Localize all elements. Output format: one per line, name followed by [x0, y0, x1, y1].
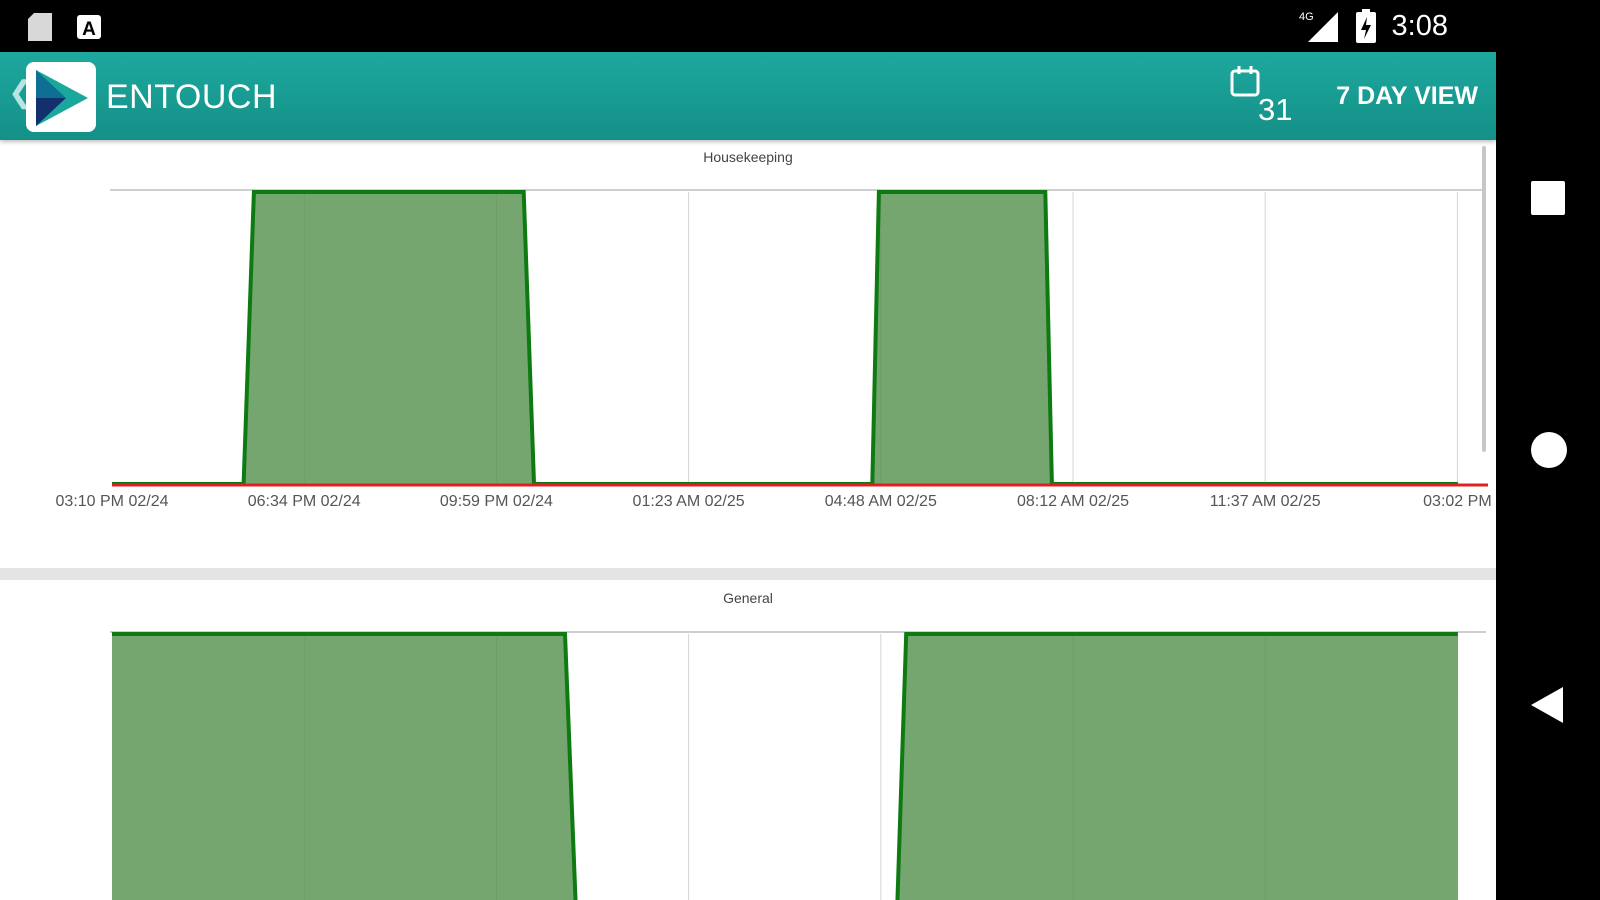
housekeeping-chart: Housekeeping 03:10 PM 02/24 06:34 PM 02/2… — [0, 140, 1496, 568]
app-window: ❮ ENTOUCH 31 7 DAY VIEW Housekeeping 03:… — [0, 52, 1496, 900]
general-chart: General — [0, 580, 1496, 900]
series-area — [112, 634, 1458, 900]
seven-day-view-button[interactable]: 7 DAY VIEW — [1336, 82, 1478, 111]
x-tick-label: 08:12 AM 02/25 — [1017, 493, 1129, 510]
battery-icon — [1355, 9, 1376, 43]
network-type-label: 4G — [1299, 11, 1314, 23]
x-tick-label: 11:37 AM 02/25 — [1210, 493, 1321, 510]
calendar-button[interactable]: 31 — [1228, 64, 1298, 128]
status-bar: A 4G 3:08 — [0, 0, 1600, 52]
x-tick-label: 09:59 PM 02/24 — [440, 493, 553, 510]
general-chart-plot — [110, 631, 1486, 900]
sd-card-icon — [28, 13, 52, 41]
navigation-bar — [1496, 0, 1600, 900]
series-area — [112, 192, 1458, 484]
app-bar: ❮ ENTOUCH 31 7 DAY VIEW — [0, 52, 1496, 140]
entouch-logo-icon — [26, 62, 96, 132]
chart-divider — [0, 568, 1496, 580]
x-tick-label: 06:34 PM 02/24 — [248, 493, 361, 510]
home-circle-icon[interactable] — [1530, 431, 1568, 469]
x-tick-label: 03:10 PM 02/24 — [56, 493, 169, 510]
calendar-day: 31 — [1258, 92, 1293, 127]
clock-time: 3:08 — [1391, 9, 1448, 42]
scrollbar-thumb[interactable] — [1482, 146, 1486, 452]
x-tick-label: 01:23 AM 02/25 — [633, 493, 745, 510]
x-tick-label: 03:02 PM — [1423, 493, 1491, 510]
recents-square-icon[interactable] — [1530, 180, 1566, 216]
charts-scroll-area[interactable]: Housekeeping 03:10 PM 02/24 06:34 PM 02/2… — [0, 140, 1496, 900]
svg-text:A: A — [82, 19, 96, 40]
app-title: ENTOUCH — [106, 78, 277, 116]
signal-icon: 4G — [1299, 11, 1338, 42]
housekeeping-chart-plot: 03:10 PM 02/24 06:34 PM 02/24 09:59 PM 02/… — [56, 189, 1492, 510]
x-tick-label: 04:48 AM 02/25 — [825, 493, 937, 510]
auto-a-icon: A — [77, 15, 101, 40]
back-triangle-icon[interactable] — [1530, 686, 1564, 724]
